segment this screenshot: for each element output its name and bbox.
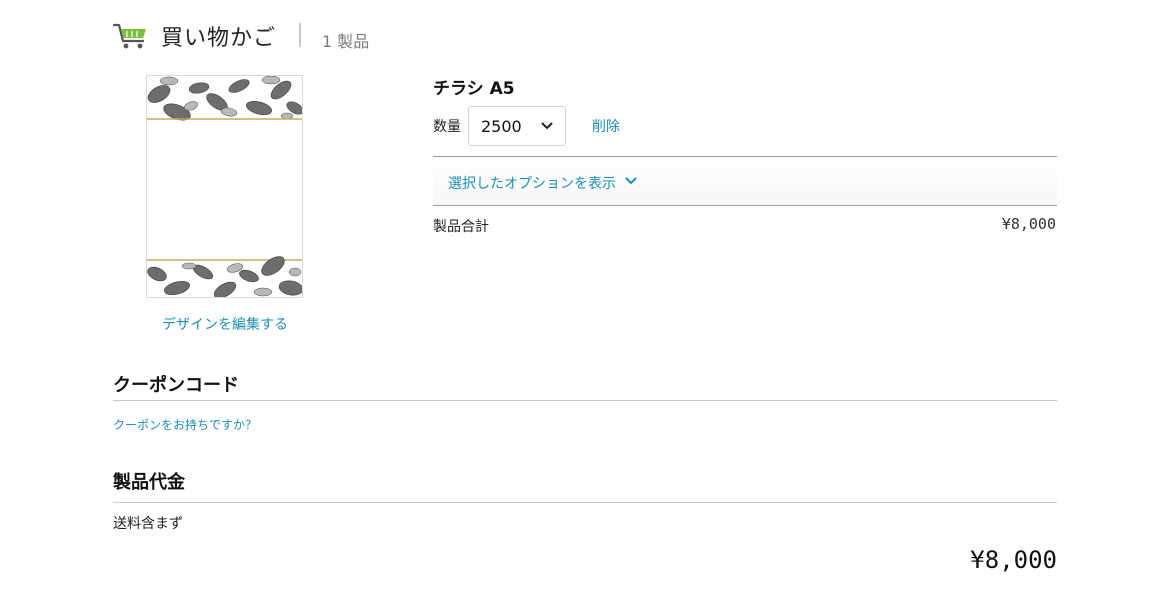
chevron-down-icon: [541, 122, 553, 130]
product-subtotal-value: ¥8,000: [1001, 215, 1056, 233]
quantity-select[interactable]: 2500: [468, 106, 566, 146]
shipping-note: 送料含まず: [113, 516, 183, 532]
floral-design-image: [147, 76, 302, 297]
grand-total: ¥8,000: [970, 546, 1057, 574]
total-heading: 製品代金: [113, 472, 185, 493]
title-divider: [299, 23, 301, 47]
product-thumbnail[interactable]: [146, 75, 303, 298]
shopping-cart-icon: [113, 23, 146, 49]
divider: [113, 400, 1057, 401]
edit-design-link[interactable]: デザインを編集する: [162, 314, 288, 334]
divider: [113, 502, 1057, 503]
options-toggle[interactable]: 選択したオプションを表示: [433, 156, 1057, 206]
page-title: 買い物かご: [161, 26, 277, 51]
quantity-value: 2500: [481, 117, 522, 136]
item-count: 1 製品: [322, 32, 370, 51]
chevron-down-icon: [625, 177, 637, 185]
coupon-link[interactable]: クーポンをお持ちですか？: [113, 416, 257, 433]
options-toggle-label: 選択したオプションを表示: [448, 176, 616, 192]
remove-item-link[interactable]: 削除: [592, 116, 620, 136]
product-subtotal-label: 製品合計: [433, 219, 489, 235]
product-name: チラシ A5: [433, 79, 515, 99]
quantity-label: 数量: [433, 119, 461, 135]
coupon-heading: クーポンコード: [113, 375, 239, 396]
